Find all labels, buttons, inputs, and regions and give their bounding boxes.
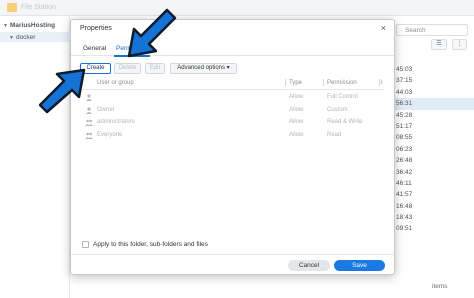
row-type: Allow	[289, 119, 304, 125]
column-divider	[285, 79, 286, 86]
row-type: Allow	[289, 131, 304, 138]
row-user: Owner	[97, 106, 115, 113]
arrow-pointing-to-permission-tab	[127, 8, 177, 58]
header-divider	[82, 89, 384, 90]
group-icon	[85, 119, 93, 126]
column-header-user[interactable]: User or group	[97, 80, 134, 86]
close-icon[interactable]: ×	[381, 23, 386, 33]
row-permission: Read	[327, 131, 342, 138]
column-header-type[interactable]: Type	[289, 80, 302, 86]
table-row[interactable]: administrators Allow Read & Write	[82, 116, 384, 129]
footer-divider	[71, 254, 394, 255]
column-divider	[323, 79, 324, 86]
arrow-pointing-to-create-button	[39, 68, 86, 114]
row-permission: Full Control	[327, 94, 358, 100]
save-button[interactable]: Save	[334, 260, 385, 271]
cancel-button[interactable]: Cancel	[288, 260, 330, 271]
column-header-permission[interactable]: Permission	[327, 80, 357, 86]
edit-button[interactable]: Edit	[145, 63, 165, 74]
dialog-tabs: General Permission	[71, 44, 394, 57]
row-user: Everyone	[97, 131, 123, 138]
row-type: Allow	[289, 106, 304, 113]
column-header-extra[interactable]: I	[381, 80, 383, 86]
row-permission: Read & Write	[327, 119, 363, 125]
permission-table: User or group Type Permission I Allow Fu…	[82, 78, 384, 248]
table-row[interactable]: Everyone Allow Read	[82, 129, 384, 142]
dialog-title: Properties	[80, 25, 112, 32]
tab-general[interactable]: General	[83, 45, 106, 52]
delete-button[interactable]: Delete	[114, 63, 141, 74]
row-type: Allow	[289, 94, 304, 100]
group-icon	[85, 132, 93, 139]
table-row[interactable]: Owner Allow Custom	[82, 104, 384, 117]
apply-to-subfolders-label: Apply to this folder, sub-folders and fi…	[93, 241, 208, 248]
properties-dialog: Properties × General Permission Create D…	[70, 19, 395, 275]
row-permission: Custom	[327, 106, 348, 113]
advanced-options-button[interactable]: Advanced options ▾	[170, 63, 237, 74]
column-divider	[379, 79, 380, 86]
row-user: administrators	[97, 119, 135, 125]
table-row[interactable]: Allow Full Control	[82, 91, 384, 104]
apply-to-subfolders-checkbox[interactable]	[82, 241, 89, 248]
